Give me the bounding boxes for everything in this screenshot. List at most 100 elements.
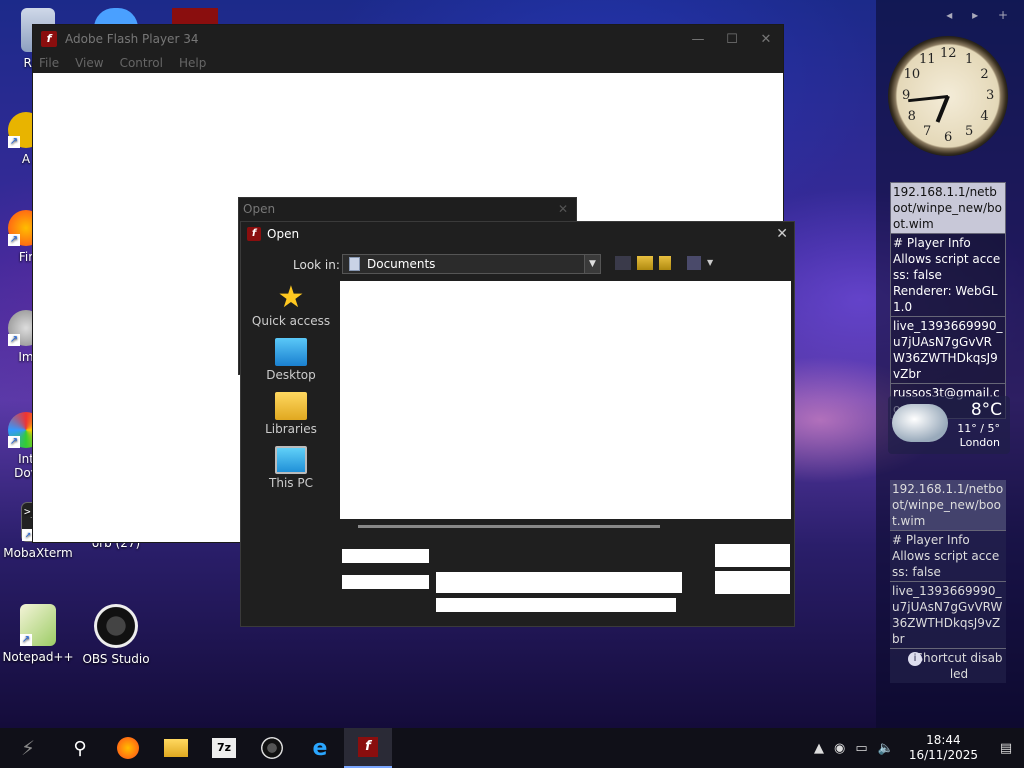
menu-control[interactable]: Control <box>120 56 163 70</box>
info-icon: i <box>908 652 922 666</box>
taskbar-flash[interactable]: f <box>344 728 392 768</box>
places-bar: ★ Quick access Desktop Libraries This PC <box>249 282 333 498</box>
close-button[interactable]: ✕ <box>749 32 783 47</box>
dialog-toolbar: ▼ <box>615 256 715 270</box>
look-in-value: Documents <box>367 257 436 271</box>
desktop-icon-label: MobaXterm <box>3 546 73 560</box>
cancel-button[interactable] <box>715 571 790 594</box>
chevron-down-icon[interactable]: ▼ <box>707 256 715 270</box>
place-label: This PC <box>269 476 313 490</box>
place-quick-access[interactable]: ★ Quick access <box>249 280 333 336</box>
chevron-down-icon[interactable]: ▼ <box>584 255 600 273</box>
open-dialog-back-title[interactable]: Open ✕ <box>239 198 576 220</box>
search-icon: ⚲ <box>73 737 87 759</box>
volume-muted-icon[interactable]: 🔈 <box>878 741 894 756</box>
file-name-label <box>342 549 429 563</box>
taskbar-obs[interactable] <box>248 728 296 768</box>
clock-number: 1 <box>965 51 974 67</box>
clock-number: 8 <box>907 109 916 124</box>
webcam-icon[interactable]: ◉ <box>834 741 845 756</box>
shortcut-status: i Shortcut disabled <box>890 649 1006 683</box>
search-button[interactable]: ⚲ <box>56 728 104 768</box>
file-name-input[interactable] <box>436 572 682 593</box>
place-libraries[interactable]: Libraries <box>249 392 333 444</box>
taskbar-7zip[interactable]: 7z <box>200 728 248 768</box>
maximize-button[interactable]: ☐ <box>715 32 749 47</box>
cloud-icon <box>892 404 948 442</box>
player-info-box-1: 192.168.1.1/netboot/winpe_new/boot.wim #… <box>890 182 1006 419</box>
view-menu-icon[interactable] <box>687 256 701 270</box>
player-info-block-2: # Player Info Allows script access: fals… <box>890 531 1006 582</box>
file-type-select[interactable] <box>436 598 676 612</box>
taskbar-firefox[interactable] <box>104 728 152 768</box>
notification-button[interactable]: ▤ <box>988 728 1024 768</box>
weather-gadget[interactable]: 8°C 11° / 5° London <box>888 396 1010 454</box>
chevron-up-icon[interactable]: ▲ <box>814 741 824 756</box>
clock-date: 16/11/2025 <box>908 748 978 762</box>
back-icon[interactable] <box>615 256 631 270</box>
up-folder-icon[interactable] <box>637 256 653 270</box>
open-dialog-title: Open <box>267 227 300 241</box>
documents-icon <box>349 257 360 271</box>
shortcut-arrow-icon: ↗ <box>8 136 20 148</box>
start-button[interactable]: ⚡ <box>0 728 56 768</box>
taskbar-ie[interactable]: e <box>296 728 344 768</box>
place-desktop[interactable]: Desktop <box>249 338 333 390</box>
script-access-text: Allows script access: false <box>893 252 1001 282</box>
open-button[interactable] <box>715 544 790 567</box>
player-info-box-2: 192.168.1.1/netboot/winpe_new/boot.wim #… <box>890 480 1006 683</box>
star-icon: ★ <box>277 280 305 315</box>
desktop-icon <box>275 338 307 366</box>
menu-help[interactable]: Help <box>179 56 206 70</box>
clock-number: 6 <box>944 130 953 145</box>
flash-logo-icon: f <box>358 737 378 757</box>
obs-icon <box>94 604 138 648</box>
desktop-icon-notepadpp[interactable]: ↗ Notepad++ <box>0 604 78 664</box>
flash-logo-icon: f <box>41 31 57 47</box>
notification-icon: ▤ <box>999 740 1013 756</box>
flash-window-title: Adobe Flash Player 34 <box>65 32 199 46</box>
taskbar-clock[interactable]: 18:44 16/11/2025 <box>909 733 978 763</box>
taskbar: ⚡ ⚲ 7z e f ▲ ◉ ▭ 🔈 18:44 16/11/2025 ▤ <box>0 728 1024 768</box>
new-folder-icon[interactable] <box>659 256 671 270</box>
open-dialog-titlebar[interactable]: f Open ✕ <box>241 222 794 246</box>
look-in-dropdown[interactable]: Documents ▼ <box>342 254 601 274</box>
horizontal-scrollbar[interactable] <box>358 525 660 528</box>
place-label: Libraries <box>265 422 317 436</box>
firefox-icon <box>117 737 139 759</box>
token-text-2: live_1393669990_u7jUAsN7gGvVRW36ZWTHDkqs… <box>890 582 1006 649</box>
menu-view[interactable]: View <box>75 56 103 70</box>
file-list-view[interactable] <box>340 281 791 519</box>
close-icon[interactable]: ✕ <box>558 198 568 220</box>
clock-number: 12 <box>940 46 957 61</box>
taskbar-explorer[interactable] <box>152 728 200 768</box>
desktop-icon-label: Notepad++ <box>2 650 74 664</box>
weather-temp: 8°C <box>970 400 1002 420</box>
clock-number: 11 <box>919 51 936 67</box>
internet-explorer-icon: e <box>312 735 328 761</box>
desktop-icon-label: Fir <box>18 250 34 264</box>
place-this-pc[interactable]: This PC <box>249 446 333 498</box>
clock-number: 2 <box>980 67 989 82</box>
clock-hour-hand <box>935 95 950 123</box>
clock-time: 18:44 <box>926 733 961 747</box>
menu-file[interactable]: File <box>39 56 59 70</box>
computer-icon <box>275 446 307 474</box>
clock-number: 10 <box>903 67 921 82</box>
minimize-button[interactable]: — <box>681 32 715 47</box>
netboot-url-text-2[interactable]: 192.168.1.1/netboot/winpe_new/boot.wim <box>890 480 1006 531</box>
flash-logo-icon: f <box>247 227 261 241</box>
desktop-icon-label: A <box>21 152 31 166</box>
network-icon[interactable]: ▭ <box>855 741 867 756</box>
clock-minute-hand <box>908 94 949 102</box>
obs-icon <box>261 737 283 759</box>
desktop-icon-obs[interactable]: OBS Studio <box>76 604 156 666</box>
flash-titlebar[interactable]: f Adobe Flash Player 34 — ☐ ✕ <box>33 25 783 53</box>
open-file-dialog: f Open ✕ Look in: Documents ▼ ▼ ★ Quick … <box>240 221 795 627</box>
netboot-url-text[interactable]: 192.168.1.1/netboot/winpe_new/boot.wim <box>891 183 1005 234</box>
look-in-label: Look in: <box>293 258 340 272</box>
place-label: Quick access <box>251 314 331 328</box>
panel-nav-controls[interactable]: ◂ ▸ + <box>946 8 1016 22</box>
player-info-heading-2: # Player Info <box>892 533 970 547</box>
close-button[interactable]: ✕ <box>776 226 788 242</box>
